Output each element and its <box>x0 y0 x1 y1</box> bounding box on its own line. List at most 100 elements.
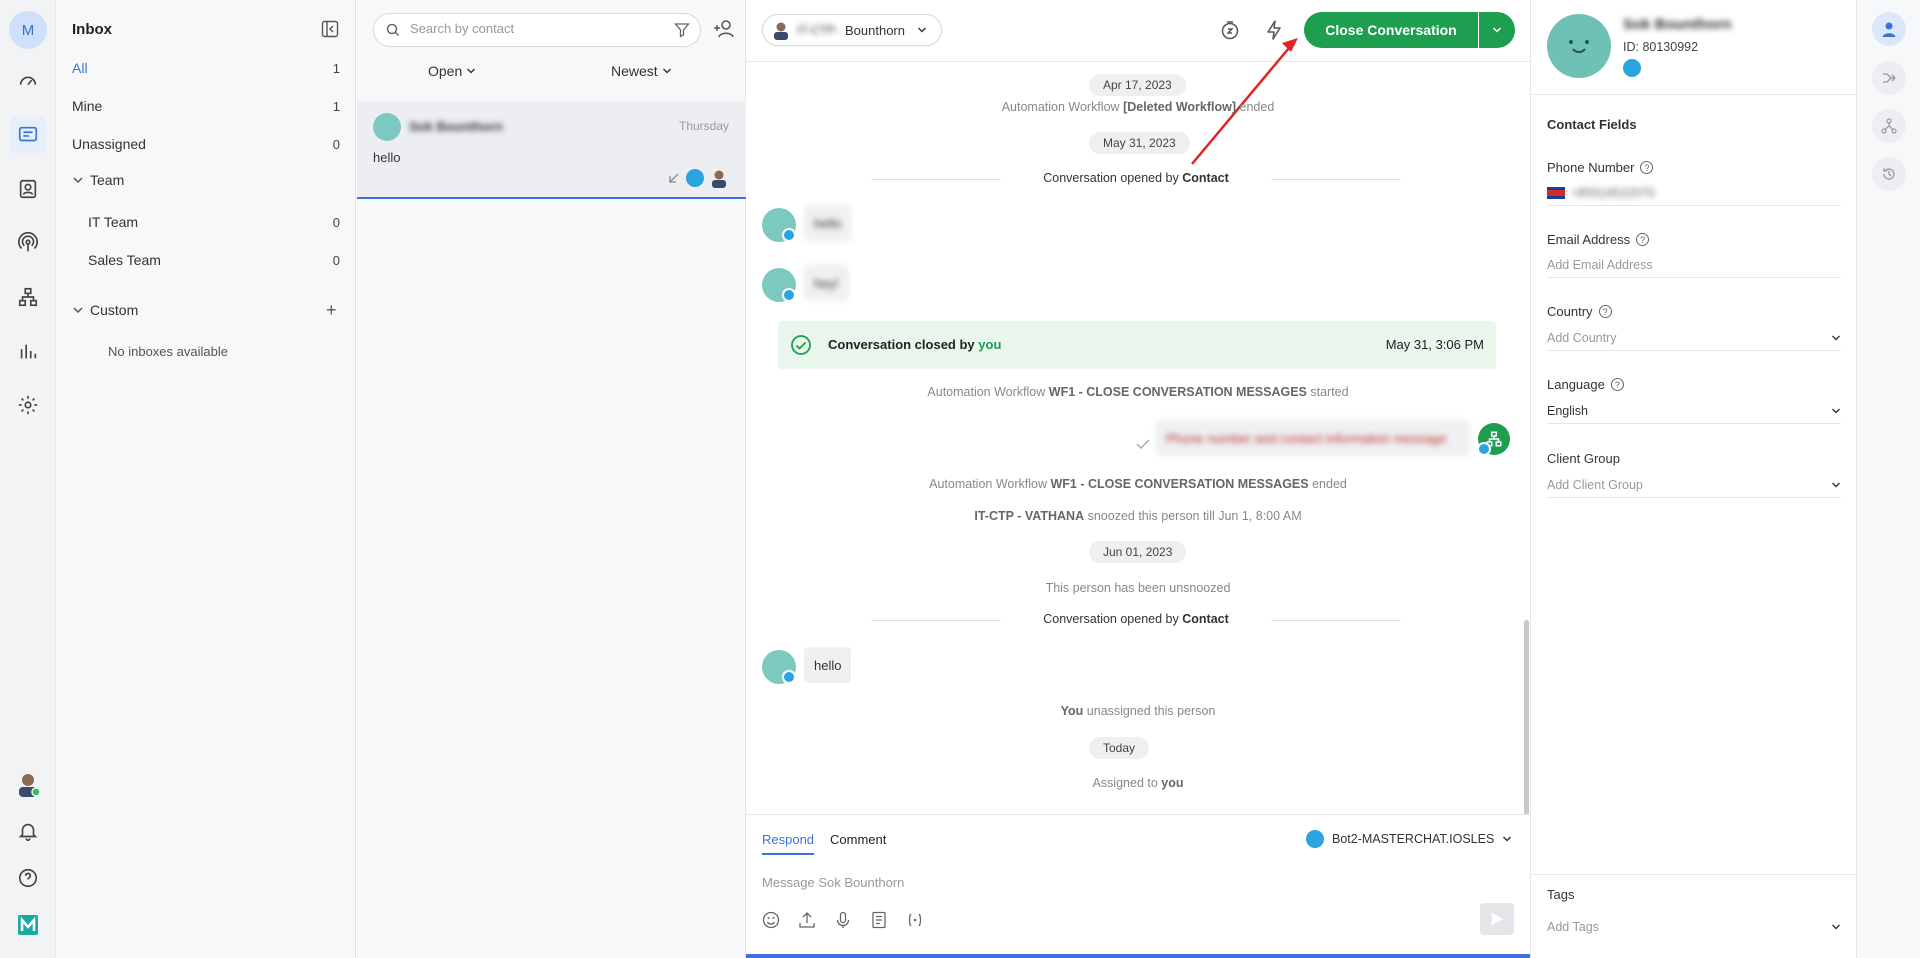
assignee-dropdown[interactable]: IT-CTP- Bounthorn <box>762 14 942 46</box>
logo-icon <box>10 907 46 943</box>
contact-info-icon[interactable] <box>1872 12 1906 46</box>
status-filter-dropdown[interactable]: Open <box>428 63 476 79</box>
close-conversation-button[interactable]: Close Conversation <box>1304 12 1478 48</box>
upload-icon[interactable] <box>798 911 816 929</box>
nav-item-mine[interactable]: Mine 1 <box>72 96 340 116</box>
check-circle-icon <box>791 335 811 355</box>
workflow-icon[interactable] <box>10 279 46 315</box>
contact-avatar <box>373 113 401 141</box>
nav-item-sales-team[interactable]: Sales Team 0 <box>88 250 340 270</box>
search-icon <box>386 23 400 37</box>
message-bubble: hello <box>804 647 852 683</box>
agent-avatar <box>774 22 788 40</box>
flag-icon <box>1547 186 1565 199</box>
system-message: Assigned to you <box>1092 776 1184 790</box>
contact-fields-title: Contact Fields <box>1547 117 1637 132</box>
divider <box>1531 874 1857 875</box>
search-input[interactable] <box>410 21 650 36</box>
reply-focus-bar <box>746 954 1530 958</box>
merge-icon[interactable] <box>1872 61 1906 95</box>
broadcast-icon[interactable] <box>10 225 46 261</box>
app-rail: M <box>0 0 56 958</box>
dashboard-icon[interactable] <box>10 63 46 99</box>
chevron-down-icon <box>662 68 671 74</box>
contacts-icon[interactable] <box>10 171 46 207</box>
channel-selector[interactable]: Bot2-MASTERCHAT.IOSLES <box>1306 830 1512 848</box>
conversation-card[interactable]: Sok Bounthorn Thursday hello <box>357 101 746 199</box>
telegram-icon <box>782 288 796 302</box>
reply-box: Respond Comment Bot2-MASTERCHAT.IOSLES <box>746 814 1530 958</box>
conversation-list: Open Newest Sok Bounthorn Thursday hello <box>357 0 746 958</box>
system-message: You unassigned this person <box>1060 704 1216 718</box>
message-input[interactable] <box>762 875 1462 899</box>
reports-icon[interactable] <box>10 333 46 369</box>
custom-section-label: Custom <box>90 302 139 318</box>
country-label: Country? <box>1547 304 1612 319</box>
contact-id: ID: 80130992 <box>1623 40 1699 54</box>
country-select[interactable]: Add Country <box>1547 325 1841 351</box>
help-icon[interactable] <box>10 860 46 896</box>
conversation-contact-name: Sok Bounthorn <box>409 119 503 134</box>
nav-item-unassigned[interactable]: Unassigned 0 <box>72 134 340 154</box>
system-message: Automation Workflow WF1 - CLOSE CONVERSA… <box>929 477 1347 491</box>
chevron-down-icon <box>1832 408 1840 413</box>
tab-respond[interactable]: Respond <box>762 832 815 855</box>
microphone-icon[interactable] <box>834 911 852 929</box>
right-rail <box>1856 0 1920 958</box>
chevron-down-icon <box>1503 836 1512 842</box>
team-section-label: Team <box>90 172 125 188</box>
date-separator: Today <box>1089 737 1150 759</box>
template-icon[interactable] <box>870 911 888 929</box>
send-button[interactable] <box>1480 903 1514 935</box>
nav-item-it-team[interactable]: IT Team 0 <box>88 212 340 232</box>
phone-field[interactable]: +85516522070 <box>1547 180 1841 206</box>
contact-name: Sok Bounthorn <box>1623 16 1732 33</box>
agent-avatar <box>712 170 726 188</box>
email-field[interactable]: Add Email Address <box>1547 252 1841 278</box>
conversation-preview: hello <box>373 150 401 165</box>
add-custom-inbox-icon[interactable]: + <box>326 300 337 321</box>
user-avatar[interactable] <box>10 766 46 802</box>
chat-scrollbar[interactable] <box>1524 620 1529 815</box>
team-section-toggle[interactable]: Team <box>72 172 124 188</box>
incoming-arrow-icon <box>669 173 679 183</box>
system-message: Conversation opened by Contact <box>871 171 1401 185</box>
telegram-icon <box>1306 830 1324 848</box>
client-group-select[interactable]: Add Client Group <box>1547 472 1841 498</box>
nav-item-all[interactable]: All 1 <box>72 58 340 78</box>
system-message: Automation Workflow [Deleted Workflow] e… <box>1001 100 1275 114</box>
language-select[interactable]: English <box>1547 398 1841 424</box>
close-options-button[interactable] <box>1479 12 1515 48</box>
sort-filter-dropdown[interactable]: Newest <box>611 63 672 79</box>
collapse-panel-icon[interactable] <box>321 20 339 38</box>
conversation-closed-banner: Conversation closed by you May 31, 3:06 … <box>778 321 1496 369</box>
hierarchy-icon[interactable] <box>1872 109 1906 143</box>
send-icon <box>1490 912 1504 926</box>
no-inboxes-text: No inboxes available <box>108 344 228 359</box>
tags-select[interactable]: Add Tags <box>1547 914 1841 940</box>
workspace-avatar[interactable]: M <box>9 11 47 49</box>
help-icon: ? <box>1640 161 1654 174</box>
closed-time: May 31, 3:06 PM <box>1385 337 1484 352</box>
chat-icon[interactable] <box>10 117 46 153</box>
tab-comment[interactable]: Comment <box>830 832 886 847</box>
custom-section-toggle[interactable]: Custom <box>72 302 138 318</box>
contact-avatar <box>1547 14 1611 78</box>
language-label: Language? <box>1547 377 1624 392</box>
settings-icon[interactable] <box>10 387 46 423</box>
bell-icon[interactable] <box>10 813 46 849</box>
system-message: IT-CTP - VATHANA snoozed this person til… <box>974 509 1302 523</box>
telegram-icon <box>1623 59 1641 77</box>
chevron-down-icon <box>918 27 926 33</box>
variable-icon[interactable] <box>906 911 924 929</box>
client-group-label: Client Group <box>1547 451 1620 466</box>
history-icon[interactable] <box>1872 157 1906 191</box>
emoji-icon[interactable] <box>762 911 780 929</box>
filter-icon[interactable] <box>674 22 690 38</box>
sent-check-icon <box>1136 439 1150 450</box>
system-message: This person has been unsnoozed <box>1045 581 1231 595</box>
telegram-icon <box>782 228 796 242</box>
add-contact-icon[interactable] <box>713 19 735 39</box>
chevron-down-icon <box>1832 482 1840 487</box>
chevron-down-icon <box>1832 335 1840 340</box>
